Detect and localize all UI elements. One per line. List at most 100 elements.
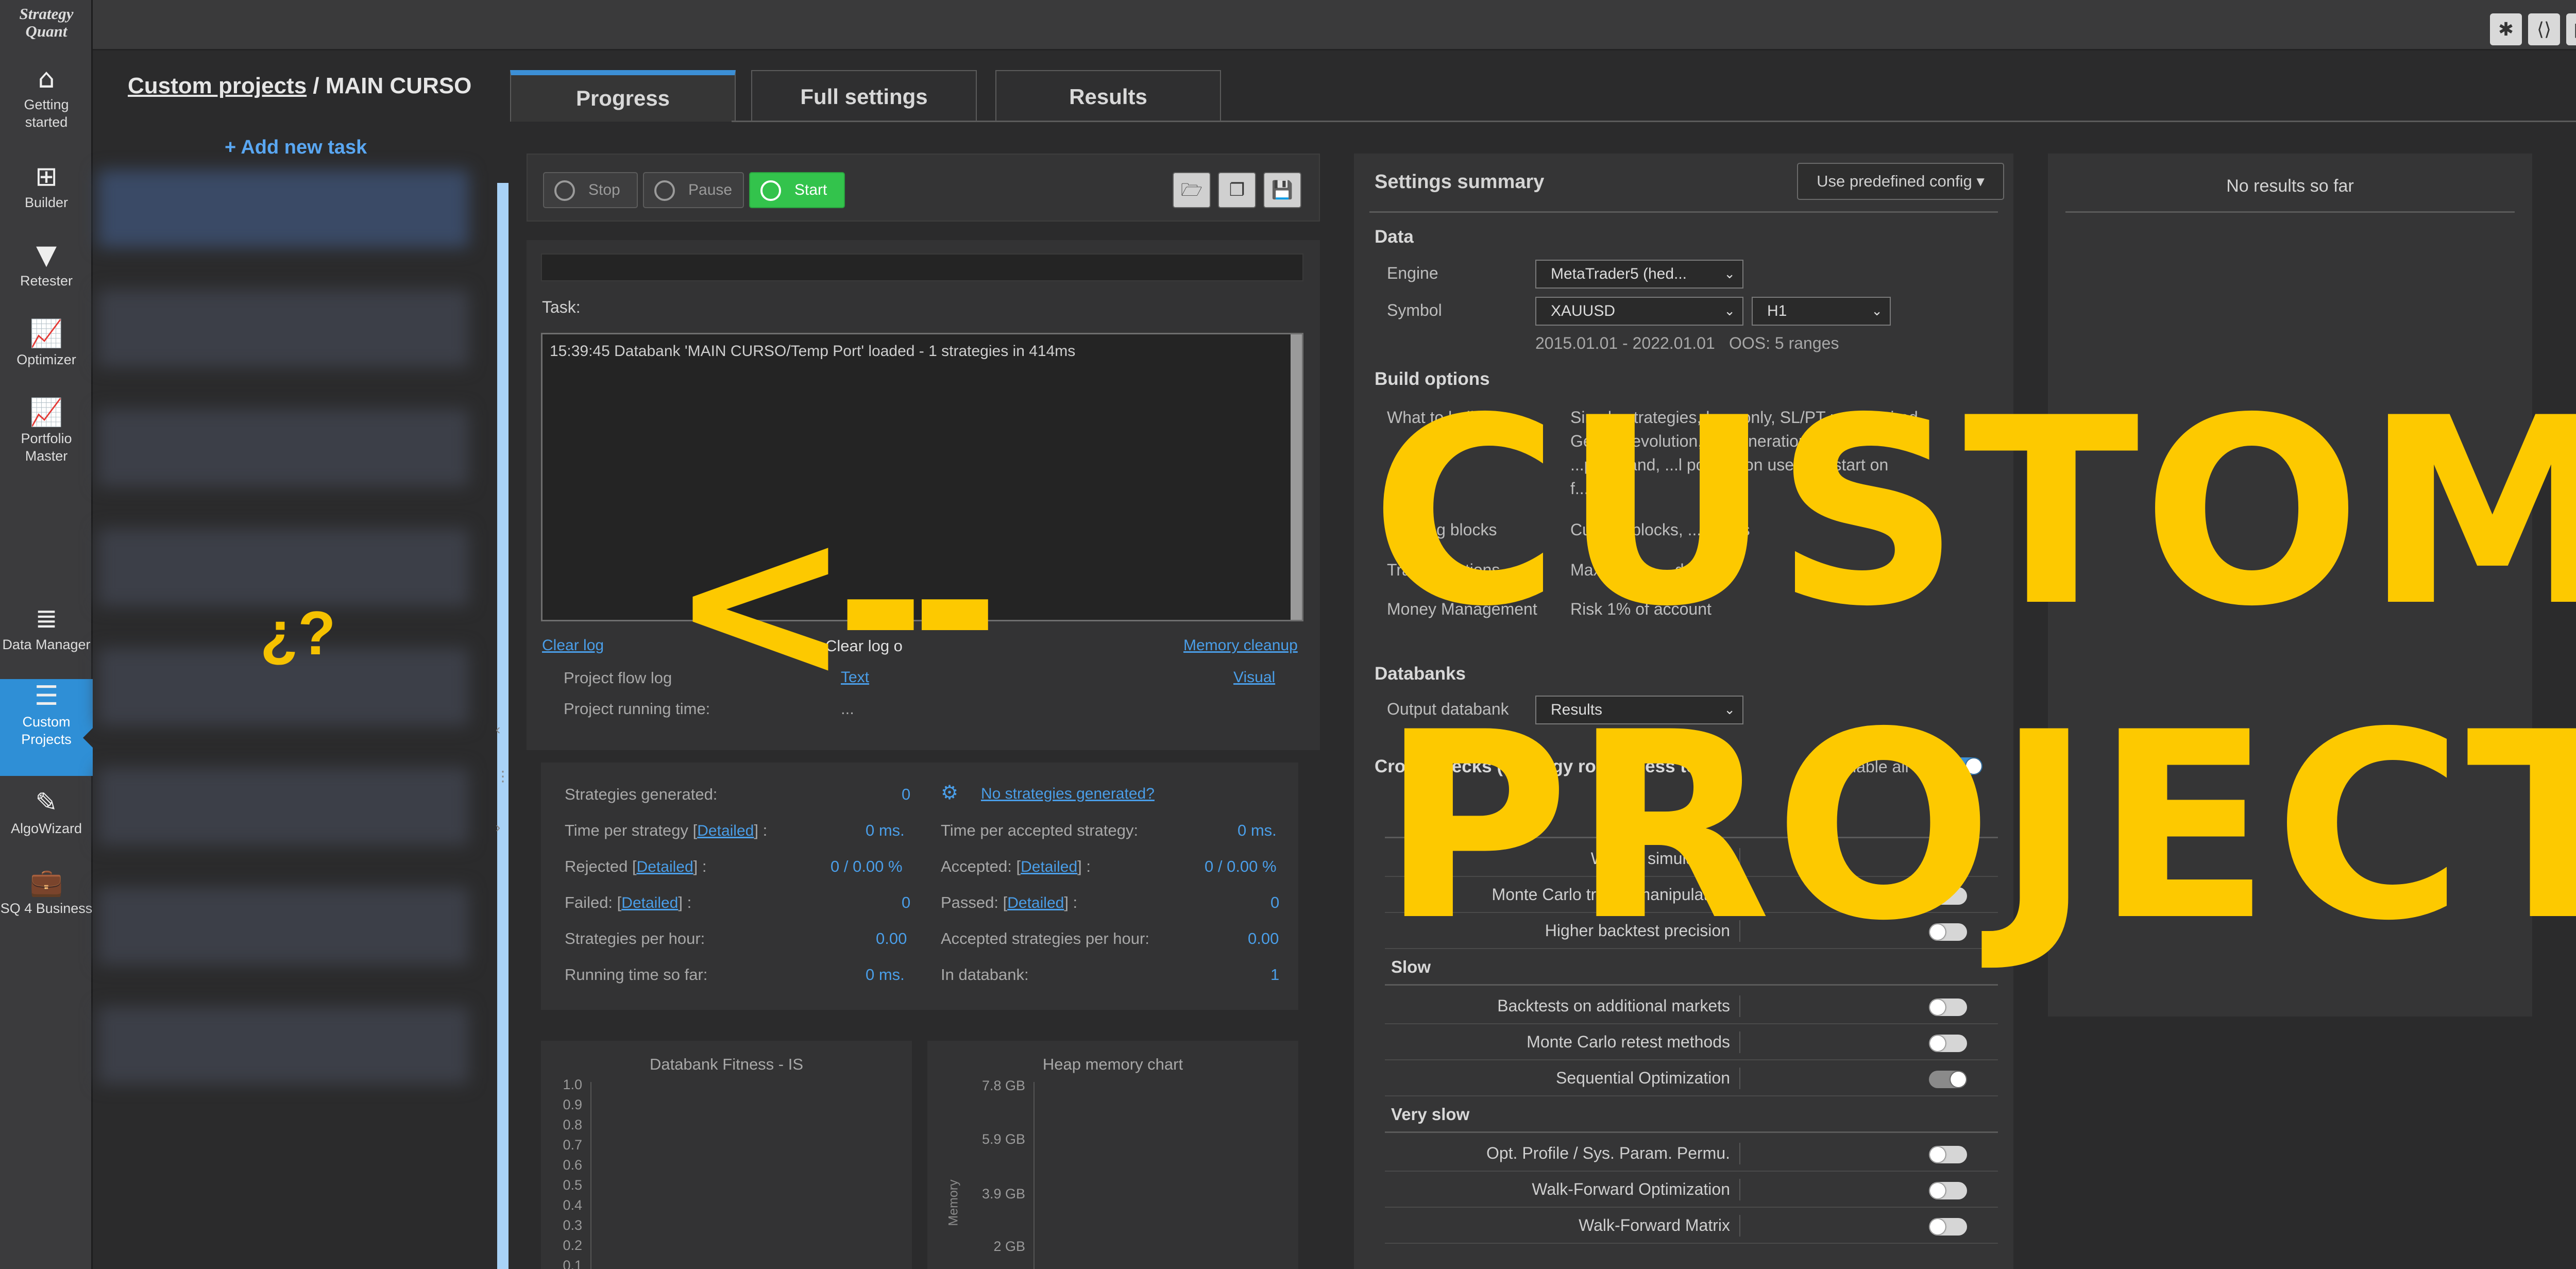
running-so-far-label: Running time so far: xyxy=(565,966,708,984)
row-divider xyxy=(1739,1143,1740,1164)
memory-cleanup-link[interactable]: Memory cleanup xyxy=(1183,637,1298,654)
divider xyxy=(2065,211,2515,213)
wfm-row: Walk-Forward Matrix xyxy=(1385,1208,1998,1244)
tab-results[interactable]: Results xyxy=(995,70,1221,122)
opt-profile-toggle[interactable] xyxy=(1929,1146,1967,1163)
section-data: Data xyxy=(1375,227,1414,247)
fitness-tick: 1.0 xyxy=(563,1077,582,1092)
wfm-toggle[interactable] xyxy=(1929,1218,1967,1236)
symbol-value: XAUUSD xyxy=(1551,302,1616,319)
task-card[interactable] xyxy=(98,170,469,247)
nav-portfolio-master[interactable]: 📈 Portfolio Master xyxy=(0,396,93,465)
task-card[interactable] xyxy=(98,290,469,367)
task-card[interactable] xyxy=(98,409,469,486)
failed-end: ] : xyxy=(678,893,692,911)
no-strategies-link[interactable]: No strategies generated? xyxy=(981,785,1155,803)
tab-underline xyxy=(732,121,2576,122)
row-divider xyxy=(1739,1179,1740,1200)
detailed-link[interactable]: Detailed xyxy=(621,894,678,911)
save-icon[interactable]: 💾 xyxy=(1263,172,1301,208)
nav-label: started xyxy=(25,114,68,130)
time-per-value: 0 ms. xyxy=(866,821,905,839)
tab-progress[interactable]: Progress xyxy=(510,70,736,122)
nav-label: Getting xyxy=(24,97,69,112)
task-card[interactable] xyxy=(98,1007,469,1084)
collapse-left-icon[interactable]: ‹ xyxy=(496,721,503,742)
flow-log-visual-link[interactable]: Visual xyxy=(1233,669,1275,686)
log-line: 15:39:45 Databank 'MAIN CURSO/Temp Port'… xyxy=(550,343,1076,360)
engine-select[interactable]: MetaTrader5 (hed... ⌄ xyxy=(1535,260,1743,289)
log-scrollbar[interactable] xyxy=(1291,334,1302,620)
funnel-icon: ▼ xyxy=(36,240,57,270)
detailed-link[interactable]: Detailed xyxy=(697,822,754,839)
time-accepted-label: Time per accepted strategy: xyxy=(941,821,1139,839)
nav-custom-projects[interactable]: ☰ Custom Projects xyxy=(0,679,94,776)
predefined-config-button[interactable]: Use predefined config ▾ xyxy=(1797,163,2004,200)
breadcrumb-link-custom-projects[interactable]: Custom projects xyxy=(128,73,307,98)
wfo-label: Walk-Forward Optimization xyxy=(1532,1180,1730,1198)
in-databank-value: 1 xyxy=(1270,966,1280,984)
accepted-value: 0 / 0.00 % xyxy=(1205,857,1277,875)
generated-label: Strategies generated: xyxy=(565,785,718,803)
add-task-button[interactable]: + Add new task xyxy=(225,137,367,159)
fitness-tick: 0.2 xyxy=(563,1238,582,1253)
logo-line1: Strategy xyxy=(19,5,74,23)
grid-icon[interactable]: ▦ xyxy=(2566,13,2576,45)
generated-value: 0 xyxy=(902,785,911,803)
nav-getting-started[interactable]: ⌂ Getting started xyxy=(0,62,93,131)
nav-label: Projects xyxy=(21,732,72,747)
tab-full-settings[interactable]: Full settings xyxy=(751,70,977,122)
nav-data-manager[interactable]: ≣ Data Manager xyxy=(0,602,93,653)
sequential-toggle[interactable] xyxy=(1929,1071,1967,1088)
time-per-end: ] : xyxy=(754,821,768,839)
oos-ranges: OOS: 5 ranges xyxy=(1729,334,1839,352)
help-search-icon[interactable]: ⚙ xyxy=(941,781,958,804)
section-very-slow: Very slow xyxy=(1391,1105,1470,1124)
divider xyxy=(1385,1131,1998,1133)
drag-handle-icon[interactable]: ⋮ xyxy=(496,768,510,788)
detailed-link[interactable]: Detailed xyxy=(1021,858,1077,875)
fitness-tick: 0.6 xyxy=(563,1157,582,1173)
row-divider xyxy=(1739,1031,1740,1053)
task-card[interactable] xyxy=(98,529,469,606)
nav-sq4-business[interactable]: 💼 SQ 4 Business xyxy=(0,866,93,917)
mc-retest-toggle[interactable] xyxy=(1929,1035,1967,1052)
stop-button[interactable]: Stop xyxy=(543,172,638,208)
arrow-annotation: <-- xyxy=(670,477,1000,729)
additional-markets-toggle[interactable] xyxy=(1929,999,1967,1016)
nav-optimizer[interactable]: 📈 Optimizer xyxy=(0,317,93,368)
passed-end: ] : xyxy=(1064,893,1078,911)
chevron-down-icon: ⌄ xyxy=(1871,303,1883,319)
code-icon[interactable]: ⟨⟩ xyxy=(2528,13,2560,45)
fitness-chart: Databank Fitness - IS 1.0 0.9 0.8 0.7 0.… xyxy=(541,1041,912,1269)
copy-icon[interactable]: ❐ xyxy=(1218,172,1256,208)
passed-value: 0 xyxy=(1270,893,1280,911)
no-results-text: No results so far xyxy=(2226,176,2354,196)
open-folder-icon[interactable]: 🗁 xyxy=(1173,172,1211,208)
detailed-link[interactable]: Detailed xyxy=(637,858,693,875)
clear-log-link[interactable]: Clear log xyxy=(542,637,604,654)
task-card[interactable] xyxy=(98,887,469,965)
fitness-chart-title: Databank Fitness - IS xyxy=(649,1055,804,1073)
bug-icon[interactable]: ✱ xyxy=(2490,13,2522,45)
timeframe-select[interactable]: H1 ⌄ xyxy=(1752,297,1891,326)
detailed-link[interactable]: Detailed xyxy=(1007,894,1064,911)
nav-algowizard[interactable]: ✎ AlgoWizard xyxy=(0,786,93,837)
heap-chart-title: Heap memory chart xyxy=(1042,1055,1183,1073)
collapse-right-icon[interactable]: › xyxy=(496,819,503,840)
symbol-select[interactable]: XAUUSD ⌄ xyxy=(1535,297,1743,326)
fitness-tick: 0.5 xyxy=(563,1177,582,1193)
mc-retest-row: Monte Carlo retest methods xyxy=(1385,1024,1998,1060)
nav-label: Portfolio xyxy=(21,431,72,446)
start-button[interactable]: Start xyxy=(749,172,845,208)
run-toolbar: Stop Pause Start 🗁 ❐ 💾 xyxy=(527,154,1320,222)
task-card[interactable] xyxy=(98,768,469,845)
nav-label: Optimizer xyxy=(16,352,76,367)
wfo-toggle[interactable] xyxy=(1929,1182,1967,1199)
nav-retester[interactable]: ▼ Retester xyxy=(0,238,93,290)
breadcrumb-separator: / xyxy=(307,73,326,98)
nav-builder[interactable]: ⊞ Builder xyxy=(0,160,93,211)
pause-button[interactable]: Pause xyxy=(643,172,744,208)
home-icon: ⌂ xyxy=(38,63,55,94)
engine-label: Engine xyxy=(1387,264,1438,282)
